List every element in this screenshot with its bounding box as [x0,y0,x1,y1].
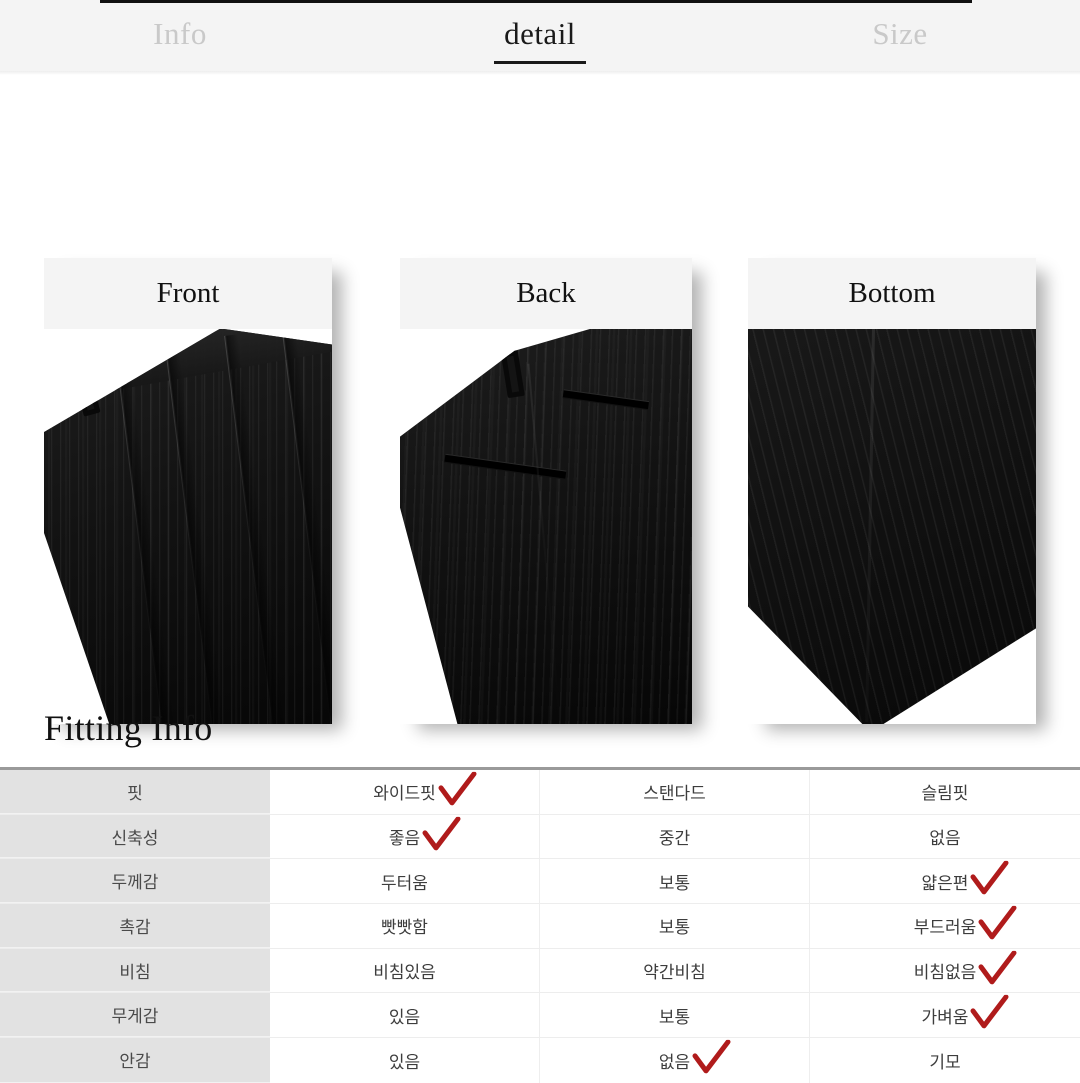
fitting-option-label: 슬림핏 [921,784,969,805]
fitting-option-cell[interactable]: 약간비침 [540,948,810,993]
fitting-option-cell[interactable]: 보통 [540,993,810,1038]
fitting-info-table: 핏 와이드핏 스탠다드 슬림핏 신축성 좋음 중간 없음 두께감 두터움 보통 얇은편 촉감 빳빳함 보통 부… [0,767,1080,1083]
fitting-row-label: 비침 [0,948,270,993]
fitting-info-title: Fitting Info [44,708,213,748]
fitting-option-cell[interactable]: 부드러움 [810,904,1080,948]
gallery-card-front[interactable]: Front [44,258,332,724]
fitting-option-cell[interactable]: 중간 [540,814,810,859]
trousers-front-image [44,329,332,724]
checkmark-icon [970,995,1009,1029]
fitting-option-cell[interactable]: 보통 [540,904,810,948]
fitting-option-cell[interactable]: 기모 [810,1038,1080,1083]
fitting-option-cell[interactable]: 와이드핏 [270,770,540,814]
fitting-row-label: 촉감 [0,904,270,948]
fitting-option-cell[interactable]: 좋음 [270,814,540,859]
fitting-option-label: 보통 [658,1007,691,1028]
fitting-option-label: 약간비침 [643,963,706,984]
trousers-hem-image [748,329,1036,724]
table-row: 핏 와이드핏 스탠다드 슬림핏 [0,770,1080,815]
fitting-row-label: 무게감 [0,993,270,1038]
checkmark-icon [422,816,461,850]
fitting-option-label: 스탠다드 [643,784,706,805]
gallery-card-bottom[interactable]: Bottom [748,258,1036,724]
tab-detail-label: detail [504,15,576,51]
table-row: 무게감 있음 보통 가벼움 [0,993,1080,1039]
fitting-option-label: 없음 [658,1052,691,1073]
belt-loop [501,350,525,398]
table-row: 비침 비침있음 약간비침 비침없음 [0,948,1080,994]
fitting-option-label: 없음 [929,829,961,850]
fitting-option-label: 보통 [658,918,691,939]
gallery-card-back-photo [400,329,692,724]
fitting-option-label: 있음 [388,1007,421,1028]
table-row: 촉감 빳빳함 보통 부드러움 [0,904,1080,949]
checkmark-icon [970,861,1009,895]
tab-info-label: Info [153,15,207,51]
gallery-card-back-label: Back [400,258,692,329]
fitting-option-label: 좋음 [388,829,421,850]
tab-bar: Info detail Size [0,0,1080,75]
detail-image-gallery: Front Back Bottom [0,72,1080,724]
fitting-option-cell[interactable]: 있음 [270,993,540,1038]
fitting-option-label: 빳빳함 [381,918,428,939]
back-welt-pocket [444,454,566,480]
gallery-card-front-photo [44,329,332,724]
tab-info[interactable]: Info [0,16,360,56]
fitting-row-label: 핏 [0,770,270,814]
trousers-back-image [400,329,692,724]
fitting-option-label: 비침없음 [913,963,977,984]
fitting-option-label: 기모 [929,1052,961,1073]
fitting-option-label: 두터움 [381,873,428,894]
tab-size-label: Size [872,15,928,51]
checkmark-icon [978,950,1017,984]
checkmark-icon [438,771,477,806]
fitting-option-label: 가벼움 [921,1007,969,1028]
checkmark-icon [692,1040,731,1074]
fitting-option-label: 비침있음 [373,963,436,984]
fitting-option-cell[interactable]: 있음 [270,1038,540,1083]
back-welt-pocket [563,389,649,410]
table-row: 안감 있음 없음 기모 [0,1038,1080,1083]
fitting-option-cell[interactable]: 없음 [540,1038,810,1083]
fitting-option-label: 부드러움 [913,918,977,939]
table-row: 두께감 두터움 보통 얇은편 [0,859,1080,905]
tab-detail[interactable]: detail [360,15,720,64]
fitting-option-cell[interactable]: 얇은편 [810,859,1080,904]
fitting-option-label: 중간 [658,829,691,850]
fitting-option-label: 와이드핏 [373,784,436,805]
fitting-option-cell[interactable]: 없음 [810,814,1080,859]
fitting-option-cell[interactable]: 비침있음 [270,948,540,993]
fitting-option-cell[interactable]: 비침없음 [810,948,1080,993]
fitting-option-cell[interactable]: 빳빳함 [270,904,540,948]
fitting-row-label: 두께감 [0,859,270,904]
top-divider-rule [100,0,972,3]
fitting-option-cell[interactable]: 보통 [540,859,810,904]
tab-size[interactable]: Size [720,16,1080,56]
gallery-card-bottom-label: Bottom [748,258,1036,329]
gallery-card-bottom-photo [748,329,1036,724]
fitting-option-label: 보통 [658,873,691,894]
fitting-option-cell[interactable]: 가벼움 [810,993,1080,1038]
fitting-option-cell[interactable]: 슬림핏 [810,770,1080,814]
table-row: 신축성 좋음 중간 없음 [0,814,1080,860]
tab-detail-underline [494,60,586,64]
fitting-option-label: 얇은편 [921,873,969,894]
fitting-row-label: 안감 [0,1038,270,1083]
fitting-option-cell[interactable]: 두터움 [270,859,540,904]
gallery-card-front-label: Front [44,258,332,329]
gallery-card-back[interactable]: Back [400,258,692,724]
fitting-option-cell[interactable]: 스탠다드 [540,770,810,814]
fitting-option-label: 있음 [388,1052,421,1073]
checkmark-icon [978,905,1017,940]
fitting-row-label: 신축성 [0,814,270,859]
belt-loop [72,368,100,417]
